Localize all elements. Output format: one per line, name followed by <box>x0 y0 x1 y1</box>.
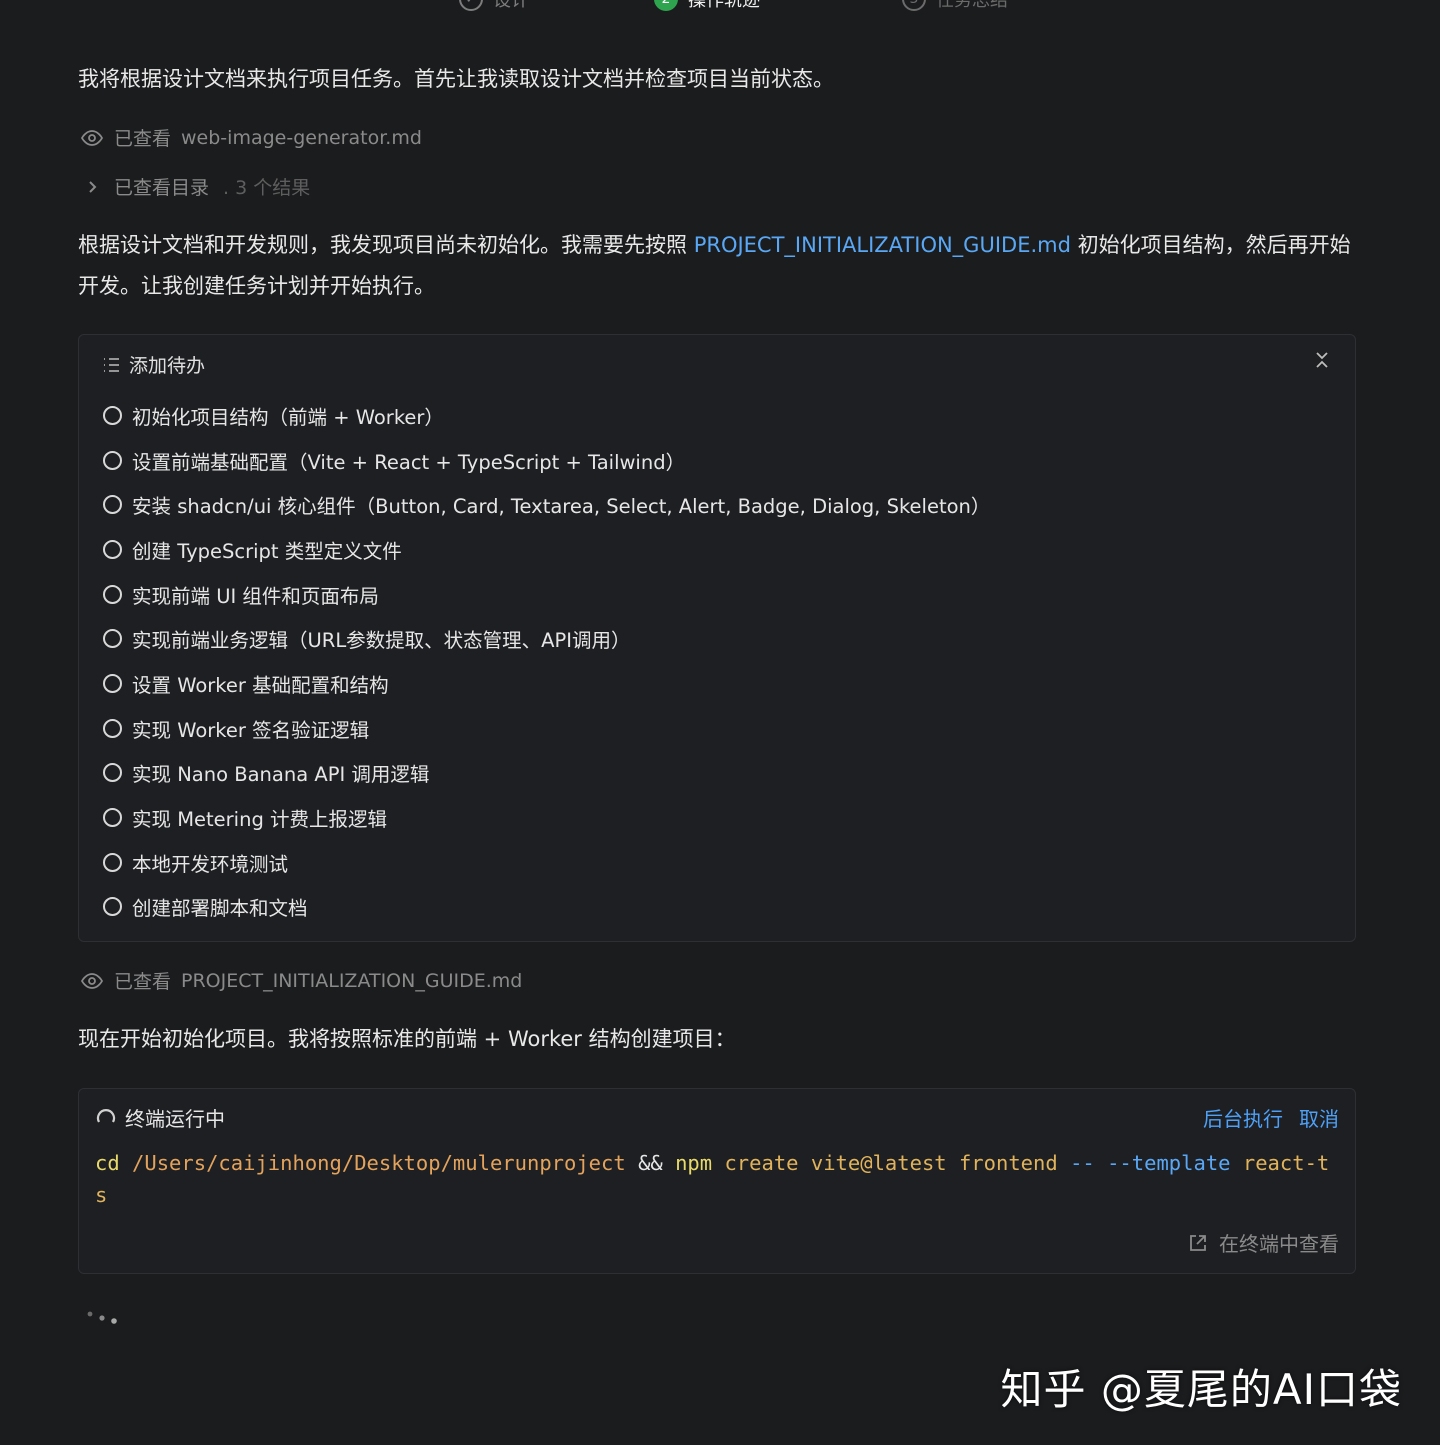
open-in-terminal-button[interactable]: 在终端中查看 <box>1187 1228 1339 1257</box>
unchecked-circle-icon[interactable] <box>103 584 122 604</box>
command-operator: && <box>638 1151 663 1175</box>
todo-item[interactable]: 实现前端 UI 组件和页面布局 <box>103 572 990 617</box>
todo-item-label: 实现 Metering 计费上报逻辑 <box>132 808 388 832</box>
unchecked-circle-icon[interactable] <box>103 808 122 828</box>
plan-text-before: 根据设计文档和开发规则，我发现项目尚未初始化。我需要先按照 <box>78 233 694 257</box>
chevron-right-icon <box>89 180 97 193</box>
todo-item-label: 设置 Worker 基础配置和结构 <box>132 673 389 697</box>
command-args: create vite@latest frontend <box>724 1151 1058 1175</box>
todo-item-label: 实现 Worker 签名验证逻辑 <box>132 718 370 742</box>
terminal-header: 终端运行中 <box>95 1103 225 1132</box>
viewed-label: 已查看 <box>114 128 172 150</box>
step-number: 2 <box>654 0 678 11</box>
unchecked-circle-icon[interactable] <box>103 450 122 470</box>
command-token: cd <box>95 1151 120 1175</box>
loading-dots-icon <box>86 1310 120 1330</box>
external-link-icon <box>1190 1234 1206 1251</box>
terminal-status: 终端运行中 <box>125 1107 225 1131</box>
step-label: 设计 <box>493 0 529 11</box>
unchecked-circle-icon[interactable] <box>103 673 122 693</box>
step-label: 操作轨迹 <box>688 0 760 11</box>
todo-item[interactable]: 设置前端基础配置（Vite + React + TypeScript + Tai… <box>103 438 990 483</box>
todo-item-label: 实现 Nano Banana API 调用逻辑 <box>132 763 430 787</box>
todo-panel: 添加待办 初始化项目结构（前端 + Worker） 设置前端基础配置（Vite … <box>78 334 1356 942</box>
unchecked-circle-icon[interactable] <box>103 405 122 425</box>
todo-item[interactable]: 实现 Nano Banana API 调用逻辑 <box>103 751 990 796</box>
todo-item-label: 实现前端 UI 组件和页面布局 <box>132 584 379 608</box>
terminal-panel: 终端运行中 后台执行 取消 cd /Users/caijinhong/Deskt… <box>78 1088 1356 1274</box>
viewed-filename: web-image-generator.md <box>181 126 422 149</box>
viewed-directory-item[interactable]: 已查看目录 . 3 个结果 <box>80 173 310 200</box>
guide-link[interactable]: PROJECT_INITIALIZATION_GUIDE.md <box>694 233 1071 257</box>
check-icon: ✓ <box>459 0 483 11</box>
viewed-filename: PROJECT_INITIALIZATION_GUIDE.md <box>181 969 523 992</box>
viewed-dir-label: 已查看目录 <box>114 177 210 199</box>
unchecked-circle-icon[interactable] <box>103 763 122 783</box>
todo-list: 初始化项目结构（前端 + Worker） 设置前端基础配置（Vite + Rea… <box>103 393 990 929</box>
unchecked-circle-icon[interactable] <box>103 495 122 515</box>
step-label: 任务总结 <box>936 0 1008 11</box>
todo-item[interactable]: 实现 Metering 计费上报逻辑 <box>103 795 990 840</box>
result-count: . 3 个结果 <box>223 177 311 199</box>
todo-item-label: 设置前端基础配置（Vite + React + TypeScript + Tai… <box>132 450 686 474</box>
viewed-label: 已查看 <box>114 971 172 993</box>
command-flags: -- --template <box>1070 1151 1231 1175</box>
command-path: /Users/caijinhong/Desktop/mulerunproject <box>132 1151 626 1175</box>
todo-item-label: 创建 TypeScript 类型定义文件 <box>132 539 402 563</box>
cancel-button[interactable]: 取消 <box>1299 1103 1339 1132</box>
todo-item[interactable]: 创建 TypeScript 类型定义文件 <box>103 527 990 572</box>
todo-item[interactable]: 设置 Worker 基础配置和结构 <box>103 661 990 706</box>
step-design[interactable]: ✓ 设计 <box>459 0 529 12</box>
viewed-file-item[interactable]: 已查看 web-image-generator.md <box>80 124 422 151</box>
command-token: npm <box>675 1151 713 1175</box>
assistant-message-start: 现在开始初始化项目。我将按照标准的前端 + Worker 结构创建项目： <box>78 1027 736 1051</box>
unchecked-circle-icon[interactable] <box>103 852 122 872</box>
unchecked-circle-icon[interactable] <box>103 539 122 559</box>
todo-panel-title: 添加待办 <box>129 355 206 377</box>
terminal-command[interactable]: cd /Users/caijinhong/Desktop/mulerunproj… <box>95 1147 1339 1211</box>
todo-item-label: 初始化项目结构（前端 + Worker） <box>132 405 444 429</box>
eye-icon <box>80 129 104 146</box>
assistant-message-plan: 根据设计文档和开发规则，我发现项目尚未初始化。我需要先按照 PROJECT_IN… <box>78 225 1362 307</box>
assistant-message-intro: 我将根据设计文档来执行项目任务。首先让我读取设计文档并检查项目当前状态。 <box>78 67 834 91</box>
watermark: 知乎 @夏尾的AI口袋 <box>1000 1365 1402 1414</box>
todo-item[interactable]: 安装 shadcn/ui 核心组件（Button, Card, Textarea… <box>103 482 990 527</box>
todo-panel-header: 添加待办 <box>101 351 205 378</box>
todo-item[interactable]: 实现前端业务逻辑（URL参数提取、状态管理、API调用） <box>103 616 990 661</box>
unchecked-circle-icon[interactable] <box>103 897 122 917</box>
todo-item[interactable]: 创建部署脚本和文档 <box>103 885 990 930</box>
todo-item[interactable]: 实现 Worker 签名验证逻辑 <box>103 706 990 751</box>
collapse-icon[interactable] <box>1311 349 1333 375</box>
todo-item-label: 安装 shadcn/ui 核心组件（Button, Card, Textarea… <box>132 495 991 519</box>
spinner-icon <box>96 1108 116 1123</box>
unchecked-circle-icon[interactable] <box>103 629 122 649</box>
todo-item-label: 创建部署脚本和文档 <box>132 897 308 921</box>
viewed-file-item[interactable]: 已查看 PROJECT_INITIALIZATION_GUIDE.md <box>80 967 522 994</box>
todo-item-label: 实现前端业务逻辑（URL参数提取、状态管理、API调用） <box>132 629 631 653</box>
run-in-background-button[interactable]: 后台执行 <box>1203 1103 1283 1132</box>
open-in-terminal-label: 在终端中查看 <box>1219 1232 1339 1256</box>
list-icon <box>104 357 119 372</box>
step-summary[interactable]: 3 任务总结 <box>902 0 1008 12</box>
step-number: 3 <box>902 0 926 11</box>
unchecked-circle-icon[interactable] <box>103 718 122 738</box>
eye-icon <box>80 972 104 989</box>
todo-item[interactable]: 初始化项目结构（前端 + Worker） <box>103 393 990 438</box>
todo-item-label: 本地开发环境测试 <box>132 852 289 876</box>
todo-item[interactable]: 本地开发环境测试 <box>103 840 990 885</box>
progress-stepper: ✓ 设计 2 操作轨迹 3 任务总结 <box>0 0 1440 18</box>
terminal-actions: 后台执行 取消 <box>1203 1103 1339 1132</box>
step-trajectory[interactable]: 2 操作轨迹 <box>654 0 760 12</box>
